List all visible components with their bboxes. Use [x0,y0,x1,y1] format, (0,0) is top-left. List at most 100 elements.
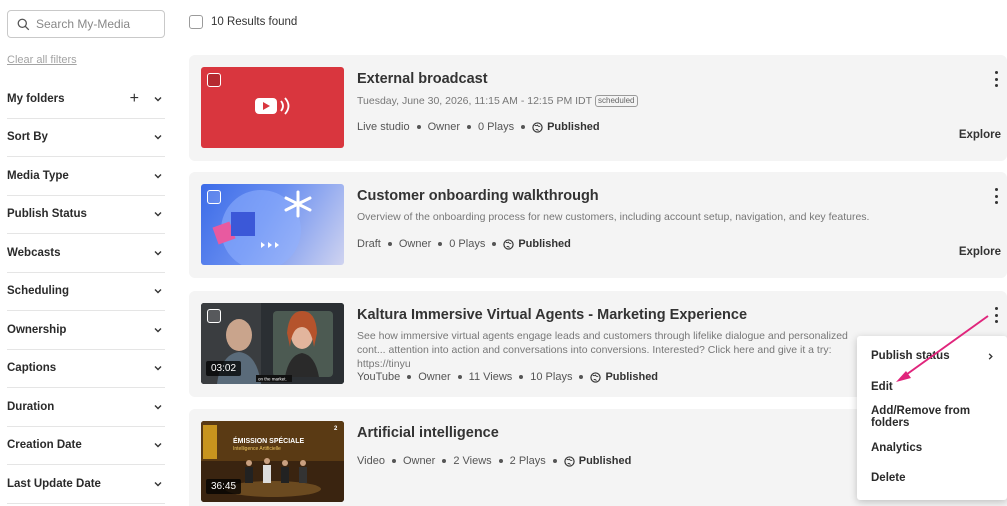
entry-role: Owner [398,238,432,250]
entry-role: Owner [427,121,460,133]
publish-status: Published [564,455,632,467]
menu-item-add-remove-folders[interactable]: Add/Remove from folders [857,402,1007,433]
entry-type: Video [357,455,385,467]
onboarding-graphic-icon [212,190,312,265]
menu-label: Publish status [871,350,950,363]
status-label: Published [518,238,571,250]
entry-type: YouTube [357,371,401,383]
chevron-right-icon [988,353,993,360]
entry-title[interactable]: Customer onboarding walkthrough [357,188,599,204]
chevron-down-icon [154,250,162,256]
status-label: Published [547,121,600,133]
filter-publish-status[interactable]: Publish Status [7,196,165,234]
chevron-down-icon [154,135,162,140]
filter-label: Sort By [7,131,48,144]
menu-label: Edit [871,380,893,393]
menu-item-publish-status[interactable]: Publish status [857,341,1007,372]
filter-last-update-date[interactable]: Last Update Date [7,465,165,504]
entry-views: 11 Views [468,371,513,383]
add-folder-icon[interactable]: + [130,90,139,107]
scheduled-badge: scheduled [595,95,638,108]
entry-title[interactable]: External broadcast [357,71,488,87]
filter-label: Publish Status [7,208,87,221]
filter-label: Scheduling [7,285,69,298]
media-entry-card: Customer onboarding walkthrough Overview… [189,172,1007,278]
media-entry-card: External broadcast Tuesday, June 30, 202… [189,55,1007,161]
chevron-down-icon [154,404,162,410]
entry-meta: Draft Owner 0 Plays Published [357,238,571,250]
menu-item-analytics[interactable]: Analytics [857,433,1007,464]
globe-icon [503,238,515,250]
search-box[interactable] [7,10,165,38]
globe-icon [564,455,575,467]
chevron-down-icon [154,443,162,448]
more-options-icon[interactable] [993,188,999,204]
chevron-down-icon [154,173,162,179]
menu-item-delete[interactable]: Delete [857,463,1007,494]
filter-duration[interactable]: Duration [7,388,165,427]
filter-captions[interactable]: Captions [7,350,165,388]
chevron-down-icon [154,289,162,294]
thumb-caption: on the market. [258,377,287,382]
entry-actions-menu: Publish status Edit Add/Remove from fold… [857,336,1007,500]
entry-meta: Video Owner 2 Views 2 Plays Published [357,455,631,467]
schedule-text: Tuesday, June 30, 2026, 11:15 AM - 12:15… [357,95,593,107]
globe-icon [590,371,602,383]
filter-ownership[interactable]: Ownership [7,311,165,350]
filter-media-type[interactable]: Media Type [7,157,165,196]
entry-checkbox[interactable] [207,309,221,323]
filter-sort-by[interactable]: Sort By [7,119,165,157]
filter-list: My folders + Sort By Media Type Publish … [7,80,165,504]
status-label: Published [605,371,659,383]
entry-description: Overview of the onboarding process for n… [357,211,870,223]
entry-title[interactable]: Kaltura Immersive Virtual Agents - Marke… [357,307,747,323]
entry-checkbox[interactable] [207,73,221,87]
filter-creation-date[interactable]: Creation Date [7,427,165,465]
filter-scheduling[interactable]: Scheduling [7,273,165,311]
menu-item-edit[interactable]: Edit [857,372,1007,403]
entry-plays: 0 Plays [449,238,486,250]
filter-my-folders[interactable]: My folders + [7,80,165,119]
chevron-down-icon [154,327,162,333]
entry-status: Draft [357,238,381,250]
entry-title[interactable]: Artificial intelligence [357,425,499,441]
more-options-icon[interactable] [993,71,999,87]
publish-status: Published [503,238,571,250]
select-all-checkbox[interactable] [189,15,203,29]
menu-label: Delete [871,472,906,485]
entry-plays: 0 Plays [478,121,515,133]
filter-label: Webcasts [7,246,61,259]
more-options-icon[interactable] [993,307,999,323]
filter-label: Last Update Date [7,477,101,490]
entry-schedule: Tuesday, June 30, 2026, 11:15 AM - 12:15… [357,95,638,108]
chevron-down-icon [154,212,162,217]
entry-thumbnail[interactable]: ÉMISSION SPÉCIALE Intelligence Artificie… [201,421,344,502]
chevron-down-icon [154,481,162,487]
explore-button[interactable]: Explore [959,246,1001,258]
thumb-subtitle: Intelligence Artificielle [233,446,281,452]
thumb-title: ÉMISSION SPÉCIALE [233,436,305,445]
menu-label: Analytics [871,441,923,454]
status-label: Published [578,455,632,467]
entry-meta: Live studio Owner 0 Plays Published [357,121,600,133]
search-input[interactable] [36,17,156,31]
chevron-down-icon [154,96,162,102]
entry-views: 2 Views [453,455,492,467]
filter-label: Duration [7,400,55,413]
search-icon [17,18,30,30]
explore-button[interactable]: Explore [959,129,1001,141]
entry-checkbox[interactable] [207,190,221,204]
filter-label: Captions [7,362,57,375]
entry-thumbnail[interactable] [201,67,344,148]
results-count: 10 Results found [211,16,298,28]
entry-thumbnail[interactable]: on the market. 03:02 [201,303,344,384]
duration-badge: 36:45 [206,479,242,494]
entry-role: Owner [402,455,436,467]
entry-thumbnail[interactable] [201,184,344,265]
clear-filters-link[interactable]: Clear all filters [7,54,77,66]
entry-plays: 10 Plays [530,371,573,383]
entry-meta: YouTube Owner 11 Views 10 Plays Publishe… [357,371,658,383]
entry-role: Owner [418,371,451,383]
filter-label: My folders [7,92,65,105]
filter-webcasts[interactable]: Webcasts [7,234,165,273]
